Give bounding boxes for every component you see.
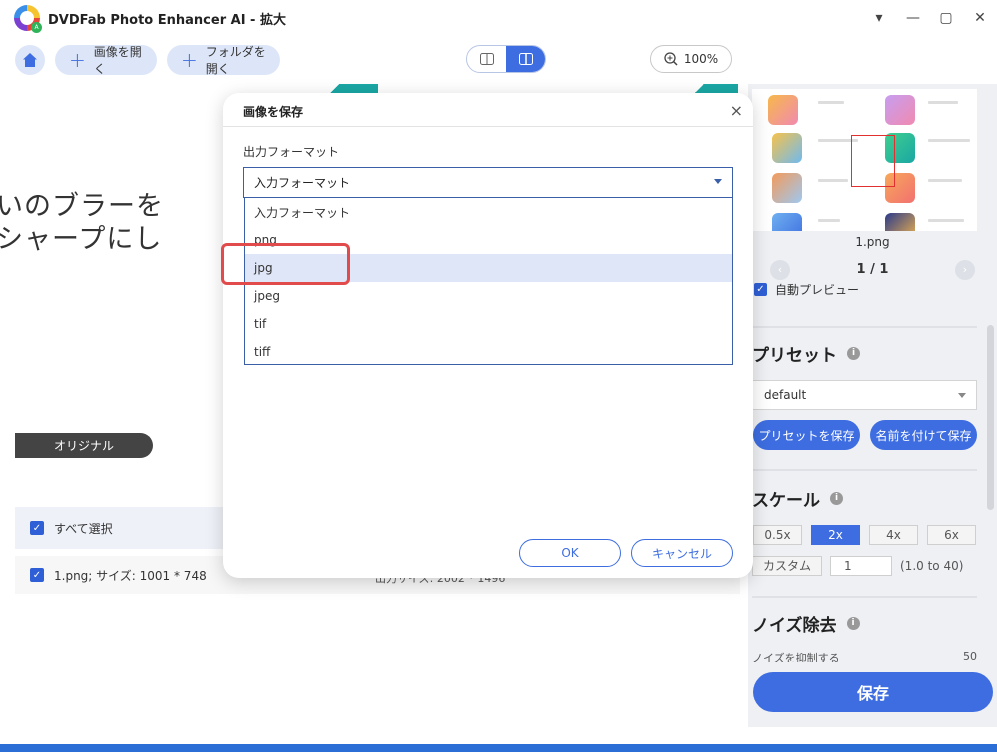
auto-preview-label: 自動プレビュー (775, 283, 860, 297)
zoom-button[interactable]: 100% (650, 45, 732, 73)
zoom-in-icon (664, 52, 678, 66)
scale-title: スケール (752, 491, 820, 511)
plus-icon: + (181, 48, 198, 72)
select-all-checkbox[interactable]: ✓ (30, 521, 44, 535)
row-checkbox[interactable]: ✓ (30, 568, 44, 582)
file-info: 1.png; サイズ: 1001 * 748 (54, 568, 207, 583)
output-format-label: 出力フォーマット (243, 145, 340, 159)
dialog-title: 画像を保存 (243, 105, 304, 119)
preview-canvas-text: いのブラーを シャープにし (0, 190, 164, 256)
view-mode-toggle[interactable] (466, 45, 546, 73)
single-view-icon (479, 53, 494, 65)
maximize-button[interactable]: ▢ (934, 6, 958, 30)
close-icon[interactable]: × (730, 101, 743, 120)
select-all-label: すべて選択 (54, 521, 113, 536)
noise-sub-label: ノイズを抑制する (752, 652, 840, 662)
auto-preview-checkbox[interactable]: ✓ (754, 283, 767, 296)
thumbnail-filename: 1.png (855, 235, 890, 249)
home-button[interactable] (15, 45, 45, 75)
selection-rectangle[interactable] (851, 135, 895, 187)
ok-button[interactable]: OK (519, 539, 621, 567)
auto-preview-toggle[interactable]: ✓ 自動プレビュー (754, 281, 859, 298)
scale-option-6x[interactable]: 6x (927, 525, 976, 545)
selected-format: 入力フォーマット (254, 176, 351, 190)
minimize-button[interactable]: — (901, 6, 925, 30)
cancel-button[interactable]: キャンセル (631, 539, 733, 567)
scale-option-4x[interactable]: 4x (869, 525, 918, 545)
chevron-down-icon (958, 393, 966, 398)
save-as-button[interactable]: 名前を付けて保存 (870, 420, 977, 450)
custom-scale-range: (1.0 to 40) (900, 559, 964, 573)
format-option-input[interactable]: 入力フォーマット (245, 198, 732, 226)
zoom-level: 100% (683, 52, 719, 66)
close-window-button[interactable]: ✕ (968, 6, 992, 30)
home-icon (23, 53, 37, 67)
noise-value: 50 (963, 650, 977, 662)
custom-scale-button[interactable]: カスタム (752, 556, 822, 576)
info-icon[interactable]: i (830, 492, 843, 505)
noise-section-title: ノイズ除去 i (752, 611, 860, 636)
scale-option-2x[interactable]: 2x (811, 525, 860, 545)
split-view-icon (518, 53, 533, 65)
preview-text-line: いのブラーを (0, 191, 164, 222)
divider (752, 596, 977, 598)
format-option-tiff[interactable]: tiff (245, 338, 732, 366)
scale-section-title: スケール i (752, 486, 843, 511)
divider (752, 326, 977, 328)
save-preset-button[interactable]: プリセットを保存 (753, 420, 860, 450)
format-option-jpeg[interactable]: jpeg (245, 282, 732, 310)
chevron-down-icon (714, 179, 722, 184)
open-image-button[interactable]: + 画像を開く (55, 45, 157, 76)
info-icon[interactable]: i (846, 617, 860, 630)
open-folder-label: フォルダを開く (205, 45, 266, 76)
preset-dropdown[interactable]: default (752, 380, 977, 410)
menu-dropdown-icon[interactable]: ▾ (867, 6, 891, 30)
window-title: DVDFab Photo Enhancer AI - 拡大 (48, 13, 286, 28)
save-image-dialog: 画像を保存 × 出力フォーマット 入力フォーマット 入力フォーマット png j… (223, 93, 753, 578)
highlight-annotation-box (221, 243, 350, 285)
save-button[interactable]: 保存 (753, 672, 993, 712)
panel-scrollbar[interactable] (987, 325, 994, 510)
next-image-button[interactable]: › (955, 260, 975, 280)
preset-title: プリセット (752, 346, 837, 366)
thumbnail-preview[interactable] (752, 89, 977, 231)
title-bar: A DVDFab Photo Enhancer AI - 拡大 ▾ — ▢ ✕ (0, 0, 997, 36)
noise-slider-label: ノイズを抑制する 50 (752, 650, 977, 662)
app-logo-icon: A (14, 5, 42, 33)
single-view-button[interactable] (467, 46, 506, 72)
open-image-label: 画像を開く (93, 45, 142, 76)
split-view-button[interactable] (506, 46, 545, 72)
preset-section-title: プリセット i (752, 341, 860, 366)
noise-title: ノイズ除去 (752, 616, 837, 636)
custom-scale-input[interactable]: 1 (830, 556, 892, 576)
preset-value: default (764, 388, 807, 402)
preview-text-line: シャープにし (0, 224, 163, 255)
format-option-tif[interactable]: tif (245, 310, 732, 338)
divider (752, 469, 977, 471)
original-label: オリジナル (15, 433, 153, 458)
scale-option-0-5x[interactable]: 0.5x (753, 525, 802, 545)
divider (223, 126, 753, 127)
open-folder-button[interactable]: + フォルダを開く (167, 45, 280, 76)
window-bottom-border (0, 744, 997, 752)
output-format-select[interactable]: 入力フォーマット (243, 167, 733, 198)
info-icon[interactable]: i (847, 347, 860, 360)
plus-icon: + (69, 48, 86, 72)
